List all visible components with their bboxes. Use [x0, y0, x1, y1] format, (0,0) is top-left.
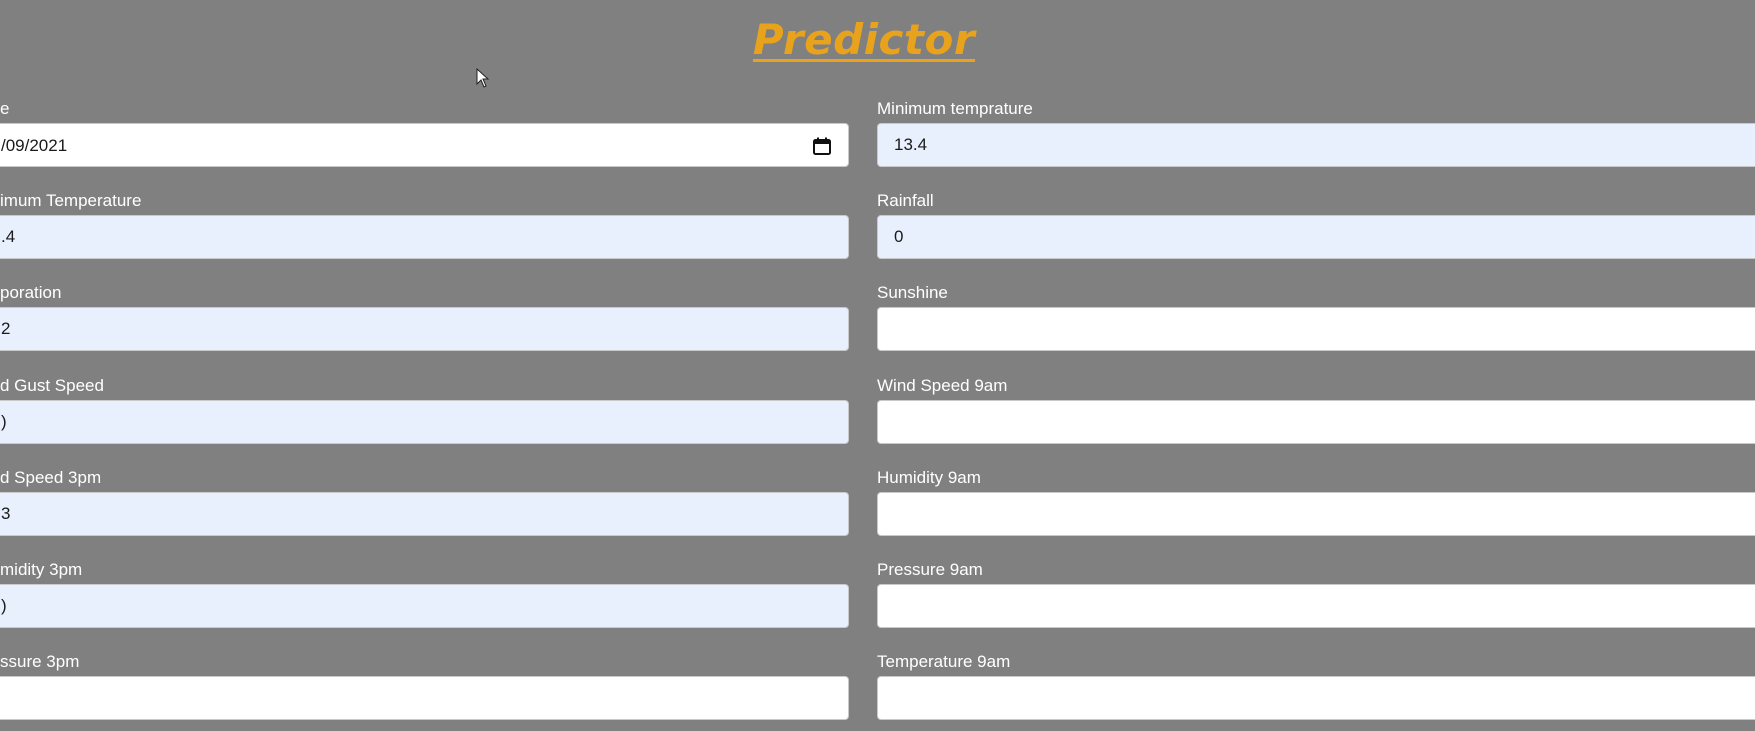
wind-speed-3pm-label: d Speed 3pm [0, 468, 102, 487]
minimum-temperature-label: Minimum temprature [877, 99, 1033, 118]
humidity-9am-label: Humidity 9am [877, 468, 981, 487]
pressure-9am-input[interactable] [877, 584, 1755, 628]
date-label: e [0, 99, 10, 118]
wind-speed-9am-label: Wind Speed 9am [877, 376, 1008, 395]
sunshine-label: Sunshine [877, 283, 948, 302]
date-value: /09/2021 [1, 136, 68, 155]
rainfall-label: Rainfall [877, 191, 934, 210]
maximum-temperature-input[interactable] [0, 215, 849, 259]
humidity-3pm-input[interactable] [0, 584, 849, 628]
wind-speed-9am-input[interactable] [877, 400, 1755, 444]
minimum-temperature-input[interactable] [877, 123, 1755, 167]
date-field[interactable]: /09/2021 [0, 123, 849, 167]
page-title: Predictor [752, 15, 976, 64]
maximum-temperature-label: imum Temperature [0, 191, 142, 210]
evaporation-label: poration [0, 283, 62, 302]
humidity-3pm-label: midity 3pm [0, 560, 83, 579]
pressure-3pm-input[interactable] [0, 676, 849, 720]
pressure-3pm-label: ssure 3pm [0, 652, 80, 671]
wind-gust-speed-input[interactable] [0, 400, 849, 444]
temperature-9am-label: Temperature 9am [877, 652, 1011, 671]
pressure-9am-label: Pressure 9am [877, 560, 983, 579]
calendar-icon[interactable] [812, 136, 832, 156]
humidity-9am-input[interactable] [877, 492, 1755, 536]
rainfall-input[interactable] [877, 215, 1755, 259]
temperature-9am-input[interactable] [877, 676, 1755, 720]
sunshine-input[interactable] [877, 307, 1755, 351]
wind-speed-3pm-input[interactable] [0, 492, 849, 536]
wind-gust-speed-label: d Gust Speed [0, 376, 104, 395]
mouse-pointer-icon [476, 68, 490, 88]
evaporation-input[interactable] [0, 307, 849, 351]
